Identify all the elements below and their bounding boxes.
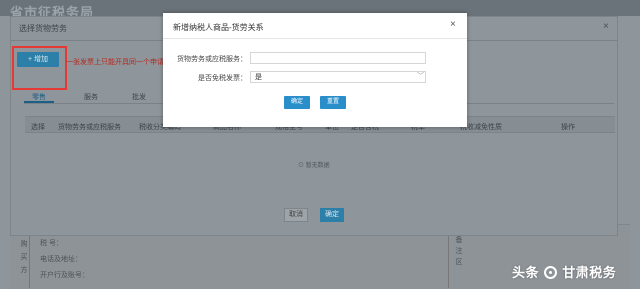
watermark-prefix: 头条 (512, 265, 540, 280)
modal-title: 新增纳税人商品-货劳关系 (173, 23, 264, 32)
invoice-note: 一张发票上只能开具同一个申请 (66, 59, 164, 66)
modal-divider (163, 38, 467, 39)
tax-exempt-select[interactable]: 是 ﹀ (250, 71, 426, 83)
tab-wholesale[interactable]: 批发 (132, 92, 146, 102)
column-header-action: 操作 (561, 124, 575, 131)
background-field-phone-address: 电话及地址： (40, 256, 82, 263)
column-header-goods: 货物劳务或应税服务 (58, 124, 121, 131)
highlight-box (12, 46, 67, 90)
modal-reset-button[interactable]: 重置 (320, 96, 346, 109)
tax-exempt-value: 是 (255, 74, 262, 81)
watermark: 头条 甘肃税务 (512, 262, 616, 281)
goods-service-input[interactable] (250, 52, 426, 64)
empty-state: ⊙ 暂无数据 (298, 163, 330, 169)
confirm-button[interactable]: 确定 (320, 208, 344, 222)
background-field-tax-id: 税 号： (40, 240, 63, 247)
tax-exempt-label: 是否免税发票： (198, 75, 247, 82)
column-header-select: 选择 (31, 124, 45, 131)
goods-service-label: 货物劳务或应税服务： (177, 56, 247, 63)
cancel-button[interactable]: 取消 (284, 208, 308, 222)
background-field-bank-account: 开户行及账号： (40, 272, 89, 279)
modal-confirm-button[interactable]: 确定 (284, 96, 310, 109)
empty-state-text: 暂无数据 (305, 163, 330, 169)
chevron-down-icon: ﹀ (417, 73, 424, 80)
tab-service[interactable]: 服务 (84, 92, 98, 102)
close-icon[interactable]: × (603, 21, 609, 32)
modal-close-icon[interactable]: × (450, 19, 456, 30)
at-icon (544, 266, 558, 279)
background-divider (448, 228, 449, 288)
select-goods-dialog-title: 选择货物劳务 (19, 24, 67, 33)
add-relation-modal: 新增纳税人商品-货劳关系 × 货物劳务或应税服务： 是否免税发票： 是 ﹀ 确定… (163, 13, 467, 127)
background-remarks-label: 备注区 (455, 236, 462, 269)
background-buyer-label: 购买方 (20, 240, 27, 279)
watermark-suffix: 甘肃税务 (562, 265, 617, 280)
